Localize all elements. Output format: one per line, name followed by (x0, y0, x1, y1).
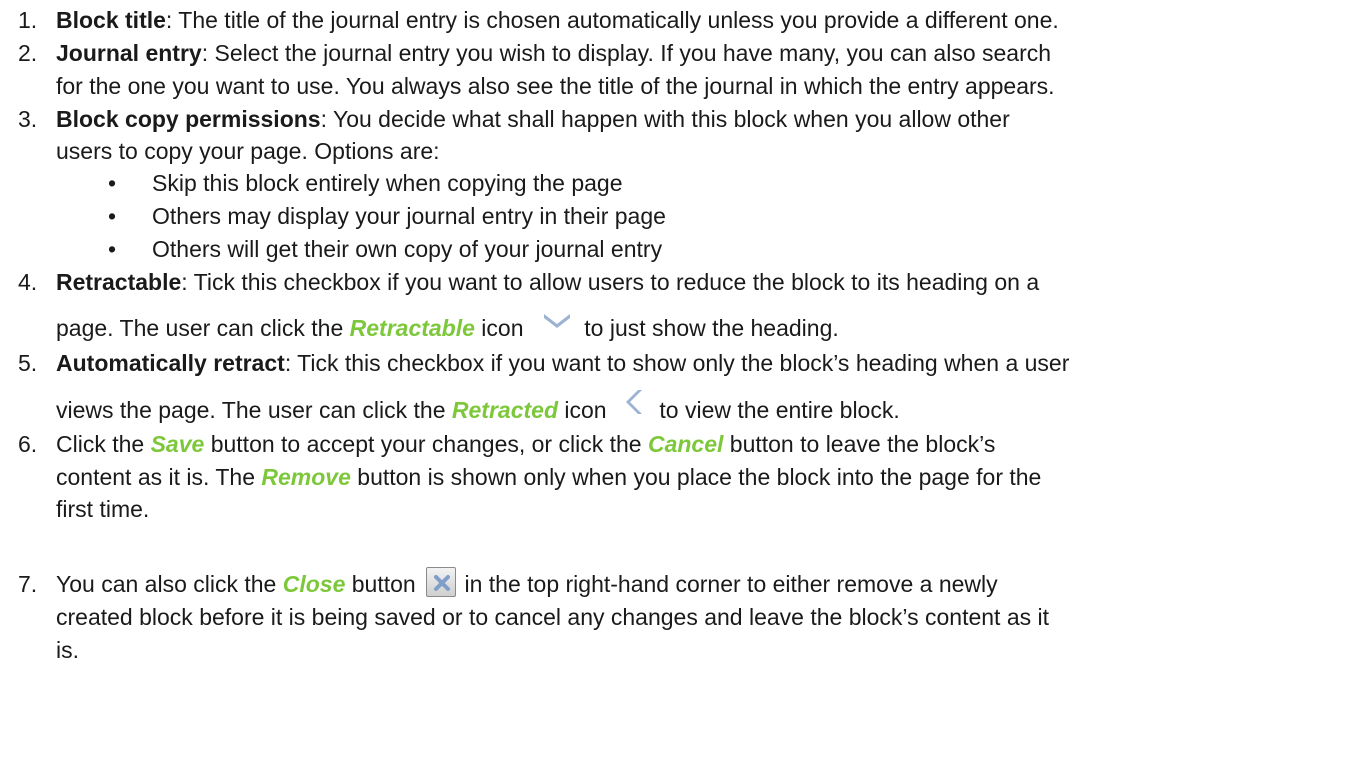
chevron-down-icon (542, 311, 572, 329)
option-text: Others will get their own copy of your j… (152, 236, 663, 262)
item-text: Click the (56, 431, 151, 457)
item-text: created block before it is being saved o… (56, 604, 1050, 630)
item-text: in the top right-hand corner to either r… (458, 571, 998, 597)
item-term: Journal entry (56, 40, 202, 66)
cancel-label: Cancel (647, 431, 724, 457)
retracted-label: Retracted (451, 397, 559, 423)
item-text: views the page. The user can click the (56, 397, 452, 423)
item-number: 6. (18, 431, 38, 457)
remove-label: Remove (261, 464, 351, 490)
item-text: : You decide what shall happen with this… (320, 106, 1010, 132)
option-text: Skip this block entirely when copying th… (152, 170, 623, 196)
chevron-left-icon (625, 388, 645, 416)
help-document: 1. Block title: The title of the journal… (0, 0, 1370, 765)
item-line: page. The user can click the Retractable… (56, 312, 839, 344)
item-number: 4. (18, 269, 38, 295)
item-text: is. (56, 637, 79, 663)
item-number: 5. (18, 350, 38, 376)
item-line: Block copy permissions: You decide what … (56, 103, 1010, 135)
save-label: Save (150, 431, 205, 457)
item-text: You can also click the (56, 571, 283, 597)
item-line: content as it is. The Remove button is s… (56, 461, 1041, 493)
item-text: button to leave the block’s (723, 431, 996, 457)
item-line: Retractable: Tick this checkbox if you w… (56, 266, 1039, 298)
item-text: button is shown only when you place the … (350, 464, 1042, 490)
item-text: content as it is. The (56, 464, 262, 490)
close-icon (426, 566, 457, 597)
item-text: : Tick this checkbox if you want to show… (284, 350, 1070, 376)
item-term: Automatically retract (56, 350, 285, 376)
option-text: Others may display your journal entry in… (152, 203, 666, 229)
retractable-label: Retractable (349, 315, 475, 341)
bullet-icon: • (108, 170, 117, 196)
item-number: 2. (18, 40, 38, 66)
item-text: to just show the heading. (577, 315, 839, 341)
item-number: 3. (18, 106, 38, 132)
item-text: for the one you want to use. You always … (56, 73, 1055, 99)
item-line: You can also click the Close button in t… (56, 566, 998, 601)
item-line: first time. (56, 493, 149, 525)
item-text: button to accept your changes, or click … (204, 431, 648, 457)
item-text: users to copy your page. Options are: (56, 138, 440, 164)
item-line: Click the Save button to accept your cha… (56, 428, 995, 460)
item-number: 1. (18, 7, 38, 33)
bullet-icon: • (108, 203, 117, 229)
item-text: : Select the journal entry you wish to d… (201, 40, 1052, 66)
item-text: : The title of the journal entry is chos… (165, 7, 1059, 33)
item-text: : Tick this checkbox if you want to allo… (181, 269, 1040, 295)
item-text: page. The user can click the (56, 315, 350, 341)
item-term: Retractable (56, 269, 182, 295)
item-text: first time. (56, 496, 150, 522)
item-text: icon (474, 315, 524, 341)
item-line: Block title: The title of the journal en… (56, 4, 1059, 36)
bullet-icon: • (108, 236, 117, 262)
item-text: icon (558, 397, 607, 423)
item-line: for the one you want to use. You always … (56, 70, 1055, 102)
item-line: Journal entry: Select the journal entry … (56, 37, 1051, 69)
item-number: 7. (18, 571, 38, 597)
item-term: Block title (56, 7, 166, 33)
item-line: users to copy your page. Options are: (56, 135, 440, 167)
item-line: is. (56, 634, 79, 666)
item-text: button (345, 571, 416, 597)
item-line: views the page. The user can click the R… (56, 389, 900, 426)
item-line: created block before it is being saved o… (56, 601, 1049, 633)
close-label: Close (282, 571, 346, 597)
item-line: Automatically retract: Tick this checkbo… (56, 347, 1069, 379)
item-term: Block copy permissions (56, 106, 321, 132)
item-text: to view the entire block. (653, 397, 900, 423)
